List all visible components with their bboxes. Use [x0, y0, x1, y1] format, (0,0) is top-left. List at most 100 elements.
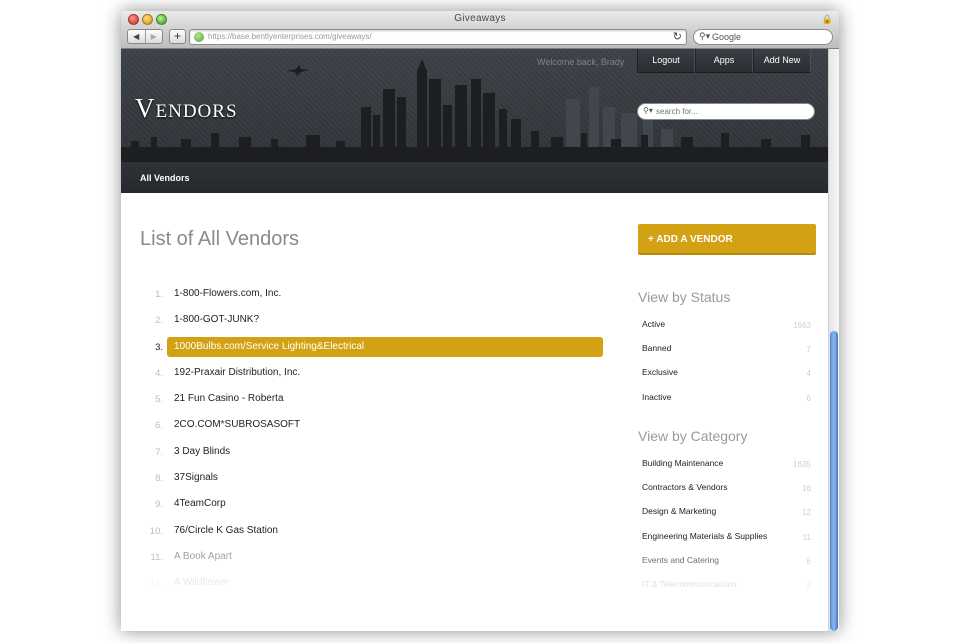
vendor-name[interactable]: 2CO.COM*SUBROSASOFT [174, 419, 300, 430]
item-number: 6. [155, 420, 163, 432]
filter-label[interactable]: IT & Telecommunications [642, 579, 737, 589]
logout-button[interactable]: Logout [637, 49, 695, 73]
back-button[interactable]: ◀ [128, 30, 145, 43]
filter-label[interactable]: Active [642, 319, 665, 329]
top-nav: Logout Apps Add New [637, 49, 811, 73]
filter-count: 4 [806, 369, 811, 379]
vendor-name[interactable]: A Wildflower [174, 577, 229, 588]
list-item[interactable]: 1. 1-800-Flowers.com, Inc. [140, 284, 603, 310]
category-filter-contractors-vendors[interactable]: Contractors & Vendors 16 [638, 480, 811, 504]
list-item[interactable]: 4. 192-Praxair Distribution, Inc. [140, 363, 603, 389]
vendor-name[interactable]: 37Signals [174, 472, 218, 483]
site-search-input[interactable] [656, 105, 806, 118]
vertical-scrollbar[interactable] [828, 49, 839, 631]
filter-count: 1635 [793, 460, 811, 469]
status-filter-inactive[interactable]: Inactive 6 [638, 390, 811, 414]
scrollbar-thumb[interactable] [830, 331, 838, 631]
filter-label[interactable]: Engineering Materials & Supplies [642, 531, 767, 541]
item-number: 11. [150, 551, 163, 563]
list-item[interactable]: 12. A Wildflower [140, 573, 603, 599]
filter-count: 6 [806, 393, 811, 403]
search-icon: ⚲▾ [699, 31, 711, 41]
filter-count: 16 [802, 484, 811, 494]
vendor-name[interactable]: 21 Fun Casino - Roberta [174, 393, 284, 404]
list-item[interactable]: 10. 76/Circle K Gas Station [140, 521, 603, 547]
lock-icon: 🔒 [821, 14, 833, 24]
status-filter-banned[interactable]: Banned 7 [638, 341, 811, 365]
forward-button[interactable]: ▶ [144, 30, 163, 43]
main-content: List of All Vendors 1. 1-800-Flowers.com,… [121, 193, 828, 631]
address-bar[interactable]: https://base.bentlyenterprises.com/givea… [189, 29, 687, 45]
status-filter-exclusive[interactable]: Exclusive 4 [638, 365, 811, 389]
filter-count: 7 [806, 345, 811, 355]
list-item[interactable]: 2. 1-800-GOT-JUNK? [140, 310, 603, 336]
filter-label[interactable]: Building Maintenance [642, 458, 723, 468]
status-filter-list: Active 1663 Banned 7 Exclusive 4 Inactive 6 [638, 317, 811, 414]
item-number: 9. [155, 499, 163, 511]
window-title: Giveaways [454, 13, 506, 24]
list-item[interactable]: 7. 3 Day Blinds [140, 442, 603, 468]
browser-window: Giveaways 🔒 ◀ ▶ + https://base.bentlyent… [121, 11, 839, 631]
vendor-name[interactable]: 192-Praxair Distribution, Inc. [174, 367, 300, 378]
list-item-selected[interactable]: 3. 1000Bulbs.com/Service Lighting&Electri… [140, 336, 603, 363]
status-filter-active[interactable]: Active 1663 [638, 317, 811, 341]
item-number: 3. [155, 341, 163, 353]
filter-count: 11 [802, 532, 811, 542]
add-new-button[interactable]: Add New [753, 49, 811, 73]
category-heading: View by Category [638, 428, 748, 444]
filter-count: 2 [806, 580, 811, 590]
subnav-all-vendors[interactable]: All Vendors [140, 173, 190, 183]
site-header: Vendors Welcome back, Brady Logout Apps … [121, 49, 828, 193]
category-filter-list: Building Maintenance 1635 Contractors & V… [638, 456, 811, 601]
vendor-name[interactable]: 4TeamCorp [174, 498, 226, 509]
item-number: 7. [155, 446, 163, 458]
url-text: https://base.bentlyenterprises.com/givea… [208, 32, 372, 41]
category-filter-design-marketing[interactable]: Design & Marketing 12 [638, 504, 811, 528]
history-buttons: ◀ ▶ [127, 29, 163, 44]
item-number: 4. [155, 367, 163, 379]
site-globe-icon [194, 32, 204, 42]
item-number: 12. [149, 578, 163, 590]
status-heading: View by Status [638, 289, 731, 305]
browser-toolbar: Giveaways 🔒 ◀ ▶ + https://base.bentlyent… [121, 11, 839, 49]
vendor-name[interactable]: A Book Apart [174, 551, 232, 562]
category-filter-events-catering[interactable]: Events and Catering 6 [638, 553, 811, 577]
brand-title: Vendors [135, 93, 238, 123]
vendor-name[interactable]: 3 Day Blinds [174, 446, 230, 457]
filter-label[interactable]: Inactive [642, 392, 671, 402]
vendor-list: 1. 1-800-Flowers.com, Inc. 2. 1-800-GOT-JU… [140, 284, 603, 600]
item-number: 5. [155, 394, 163, 406]
filter-label[interactable]: Exclusive [642, 367, 678, 377]
list-item[interactable]: 6. 2CO.COM*SUBROSASOFT [140, 415, 603, 441]
filter-label[interactable]: Design & Marketing [642, 506, 716, 516]
sub-navigation: All Vendors [121, 161, 828, 193]
vendor-name[interactable]: 1-800-Flowers.com, Inc. [174, 288, 281, 299]
category-filter-building-maintenance[interactable]: Building Maintenance 1635 [638, 456, 811, 480]
list-item[interactable]: 8. 37Signals [140, 468, 603, 494]
filter-label[interactable]: Contractors & Vendors [642, 482, 728, 492]
category-filter-it-telecom[interactable]: IT & Telecommunications 2 [638, 577, 811, 601]
item-number: 1. [155, 289, 163, 300]
browser-search-placeholder: Google [712, 32, 742, 42]
search-icon: ⚲▾ [643, 106, 653, 115]
filter-count: 12 [802, 508, 811, 518]
add-vendor-button[interactable]: + ADD A VENDOR [638, 224, 816, 255]
apps-button[interactable]: Apps [695, 49, 753, 73]
vendor-name[interactable]: 76/Circle K Gas Station [174, 525, 278, 536]
page-title: List of All Vendors [140, 228, 299, 250]
item-number: 10. [149, 525, 163, 537]
browser-search-field[interactable]: ⚲▾ Google [693, 29, 833, 45]
list-item[interactable]: 11. A Book Apart [140, 547, 603, 573]
site-search-field[interactable]: ⚲▾ [637, 103, 815, 120]
list-item[interactable]: 9. 4TeamCorp [140, 494, 603, 520]
list-item[interactable]: 5. 21 Fun Casino - Roberta [140, 389, 603, 415]
vendor-name[interactable]: 1-800-GOT-JUNK? [174, 314, 259, 325]
reload-icon[interactable]: ↻ [673, 30, 682, 43]
category-filter-engineering-materials[interactable]: Engineering Materials & Supplies 11 [638, 529, 811, 553]
filter-label[interactable]: Events and Catering [642, 555, 719, 565]
filter-label[interactable]: Banned [642, 343, 671, 353]
vendor-name[interactable]: 1000Bulbs.com/Service Lighting&Electrica… [174, 341, 364, 352]
item-number: 2. [155, 315, 163, 327]
welcome-text: Welcome back, Brady [537, 57, 625, 67]
new-tab-button[interactable]: + [169, 29, 186, 44]
